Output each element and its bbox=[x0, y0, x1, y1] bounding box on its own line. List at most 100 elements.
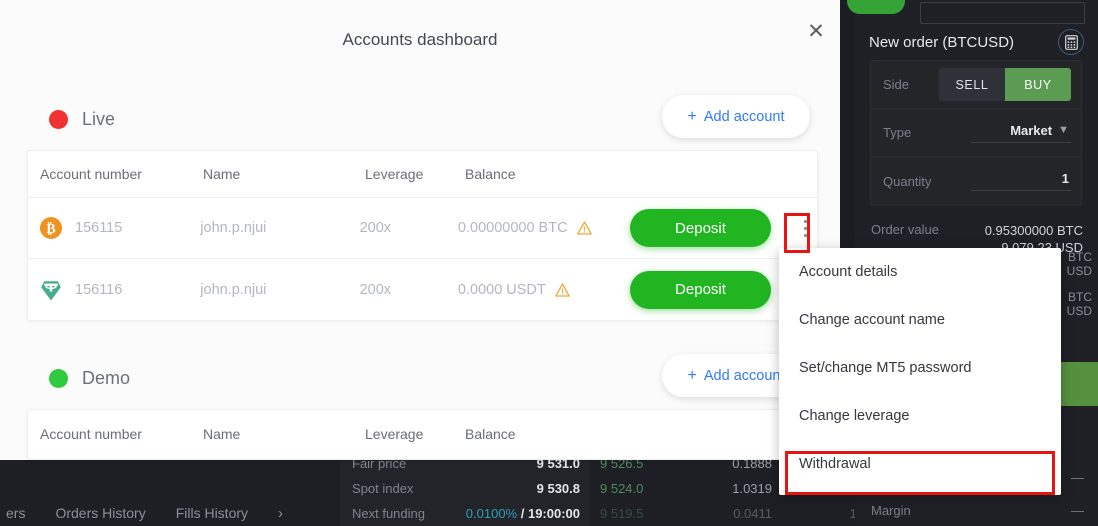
quantity-value: 1 bbox=[1062, 171, 1069, 186]
add-account-label: Add account bbox=[704, 109, 785, 125]
balance-cell: 0.00000000 BTC bbox=[458, 220, 630, 236]
buy-button[interactable]: BUY bbox=[1005, 68, 1071, 101]
column-header-leverage: Leverage bbox=[365, 426, 465, 442]
account-number-value: 156116 bbox=[75, 282, 122, 298]
accounts-dashboard-modal: Accounts dashboard ✕ Live + Add account … bbox=[0, 0, 840, 460]
secondary-value: — bbox=[1071, 470, 1084, 485]
orderbook-row[interactable]: 9 519.5 0.0411 17 bbox=[590, 506, 870, 526]
table-row[interactable]: ₿ 156115 john.p.njui 200x 0.00000000 BTC bbox=[28, 198, 817, 259]
chevron-right-icon[interactable]: › bbox=[278, 505, 283, 522]
margin-value: — bbox=[1071, 503, 1084, 518]
order-value-btc: 0.95300000 BTC bbox=[985, 223, 1083, 238]
quantity-input[interactable]: 1 bbox=[971, 171, 1071, 191]
balance-value: 0.00000000 BTC bbox=[458, 220, 568, 236]
order-ticket-form: Side SELL BUY Type Market ▼ Quantity 1 bbox=[870, 60, 1082, 206]
quantity-label: Quantity bbox=[883, 174, 971, 189]
market-stat-label: Next funding bbox=[352, 506, 425, 521]
sell-button[interactable]: SELL bbox=[939, 68, 1005, 101]
funding-rate-value: 0.0100% bbox=[466, 506, 517, 521]
menu-item-change-leverage[interactable]: Change leverage bbox=[779, 392, 1061, 440]
svg-text:₿: ₿ bbox=[46, 221, 55, 237]
menu-item-account-details[interactable]: Account details bbox=[779, 248, 1061, 296]
chevron-down-icon: ▼ bbox=[1058, 124, 1069, 136]
order-quantity-row: Quantity 1 bbox=[871, 157, 1081, 205]
add-account-label: Add account bbox=[704, 368, 785, 384]
section-label-demo: Demo bbox=[82, 368, 130, 389]
orderbook-time: 17 bbox=[772, 506, 864, 521]
bottom-tab-bar[interactable]: ers Orders History Fills History › bbox=[0, 500, 340, 526]
type-label: Type bbox=[883, 125, 971, 140]
pair-quote: USD bbox=[1067, 304, 1092, 318]
close-icon[interactable]: ✕ bbox=[803, 18, 829, 44]
order-ticket-header: New order (BTCUSD) bbox=[869, 28, 1084, 56]
annotation-box-withdrawal bbox=[785, 451, 1055, 495]
section-header-demo: Demo + Add account bbox=[27, 354, 812, 402]
pair-base: BTC bbox=[1067, 290, 1092, 304]
market-stat-label: Spot index bbox=[352, 481, 413, 496]
side-label: Side bbox=[883, 77, 939, 92]
column-header-account-number: Account number bbox=[28, 426, 203, 442]
menu-item-set-change-mt5-password[interactable]: Set/change MT5 password bbox=[779, 344, 1061, 392]
accounts-table-live: Account number Name Leverage Balance ₿ 1… bbox=[27, 150, 818, 321]
column-header-name: Name bbox=[203, 166, 365, 182]
warning-triangle-icon bbox=[577, 221, 592, 235]
section-label-live: Live bbox=[82, 109, 115, 130]
tab-fills-history[interactable]: Fills History bbox=[176, 505, 248, 521]
top-search-input[interactable] bbox=[920, 2, 1085, 24]
tab-orders[interactable]: ers bbox=[6, 505, 25, 521]
section-header-live: Live + Add account bbox=[27, 95, 812, 143]
funding-countdown-value: / 19:00:00 bbox=[521, 506, 580, 521]
calculator-icon[interactable] bbox=[1058, 29, 1084, 55]
bitcoin-icon: ₿ bbox=[40, 217, 62, 239]
column-header-account-number: Account number bbox=[28, 166, 203, 182]
pair-label: BTC USD bbox=[1067, 290, 1092, 318]
pair-label: BTC USD bbox=[1067, 250, 1092, 278]
deposit-button[interactable]: Deposit bbox=[630, 271, 771, 309]
tab-orders-history[interactable]: Orders History bbox=[55, 505, 145, 521]
pair-base: BTC bbox=[1067, 250, 1092, 264]
accounts-table-demo: Account number Name Leverage Balance bbox=[27, 409, 818, 460]
margin-label: Margin bbox=[871, 503, 911, 518]
top-green-pill[interactable] bbox=[847, 0, 905, 14]
orderbook-size: 0.0411 bbox=[692, 506, 772, 521]
warning-triangle-icon bbox=[555, 283, 570, 297]
balance-value: 0.0000 USDT bbox=[458, 282, 546, 298]
column-header-name: Name bbox=[203, 426, 365, 442]
leverage-value: 200x bbox=[360, 220, 458, 236]
account-number-value: 156115 bbox=[75, 220, 122, 236]
account-name-value: john.p.njui bbox=[200, 282, 359, 298]
account-number-cell: ₿ 156115 bbox=[28, 217, 200, 239]
order-type-value: Market bbox=[1010, 123, 1052, 138]
market-stat-row: Spot index 9 530.8 bbox=[352, 481, 580, 506]
orderbook-size: 1.0319 bbox=[692, 481, 772, 496]
account-name-value: john.p.njui bbox=[200, 220, 359, 236]
account-number-cell: 156116 bbox=[28, 279, 200, 301]
market-stat-value: 9 530.8 bbox=[537, 481, 580, 496]
deposit-button[interactable]: Deposit bbox=[630, 209, 771, 247]
order-ticket-title: New order (BTCUSD) bbox=[869, 34, 1014, 51]
app-root: ers Orders History Fills History › Fair … bbox=[0, 0, 1098, 526]
orderbook-price: 9 524.0 bbox=[600, 481, 692, 496]
plus-icon: + bbox=[688, 367, 697, 385]
add-account-button-live[interactable]: + Add account bbox=[662, 95, 810, 138]
pair-quote: USD bbox=[1067, 264, 1092, 278]
status-dot-live bbox=[49, 110, 68, 129]
menu-item-change-account-name[interactable]: Change account name bbox=[779, 296, 1061, 344]
column-header-balance: Balance bbox=[465, 426, 640, 442]
table-header-row: Account number Name Leverage Balance bbox=[28, 151, 817, 198]
table-header-row: Account number Name Leverage Balance bbox=[28, 410, 817, 457]
plus-icon: + bbox=[688, 108, 697, 126]
market-stats-panel: Fair price 9 531.0 Spot index 9 530.8 Ne… bbox=[340, 452, 590, 526]
table-row[interactable]: 156116 john.p.njui 200x 0.0000 USDT bbox=[28, 259, 817, 320]
order-type-row: Type Market ▼ bbox=[871, 109, 1081, 157]
order-side-row: Side SELL BUY bbox=[871, 61, 1081, 109]
market-stat-row: Next funding 0.0100% / 19:00:00 bbox=[352, 506, 580, 526]
side-toggle-group[interactable]: SELL BUY bbox=[939, 68, 1071, 101]
market-stat-value-group: 0.0100% / 19:00:00 bbox=[466, 506, 580, 521]
column-header-balance: Balance bbox=[465, 166, 640, 182]
page-title: Accounts dashboard bbox=[0, 30, 840, 50]
leverage-value: 200x bbox=[360, 282, 458, 298]
annotation-box-kebab bbox=[784, 213, 810, 253]
order-type-select[interactable]: Market ▼ bbox=[971, 123, 1071, 143]
orderbook-price: 9 519.5 bbox=[600, 506, 692, 521]
